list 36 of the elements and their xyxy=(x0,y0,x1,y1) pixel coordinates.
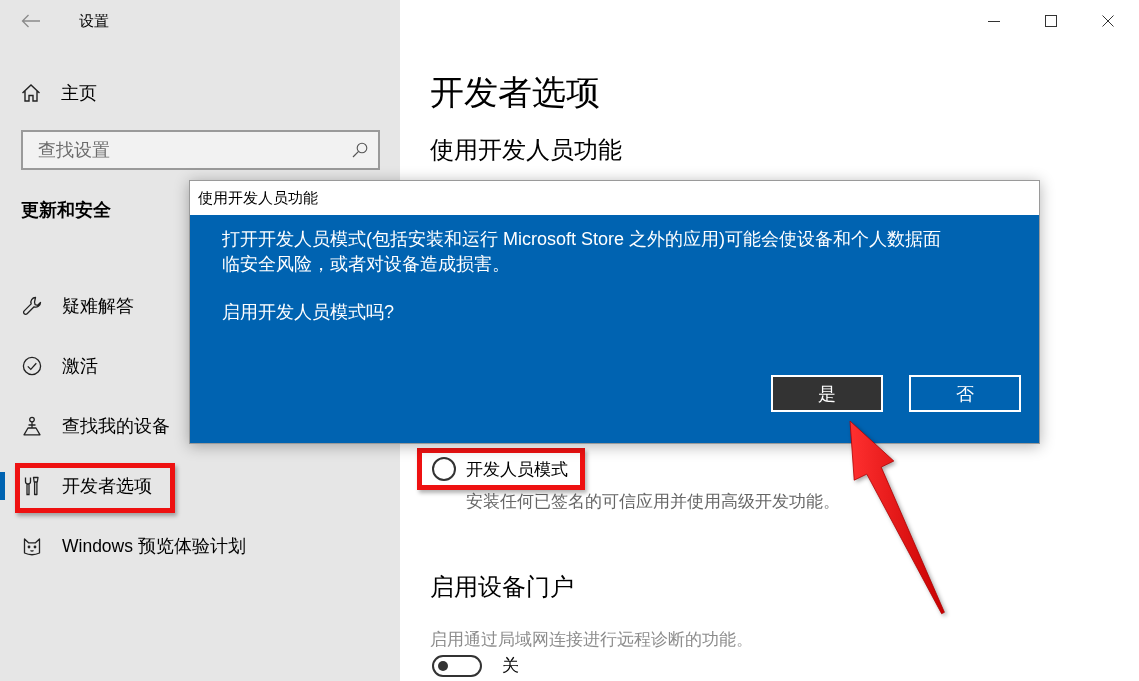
close-icon xyxy=(1101,15,1114,27)
back-arrow-icon xyxy=(21,14,41,28)
home-icon xyxy=(21,83,41,103)
nav-item[interactable]: 查找我的设备 xyxy=(22,412,170,440)
dialog-message: 启用开发人员模式吗? xyxy=(222,301,395,324)
home-link[interactable]: 主页 xyxy=(0,72,97,114)
dialog-button[interactable]: 是 xyxy=(771,375,883,412)
dialog-title: 使用开发人员功能 xyxy=(198,188,318,208)
tools-icon xyxy=(22,476,42,496)
dialog-message: 打开开发人员模式(包括安装和运行 Microsoft Store 之外的应用)可能会使设备和个人数据面临安全风险，或者对设备造成损害。 xyxy=(222,228,943,276)
section-description: 启用通过局域网连接进行远程诊断的功能。 xyxy=(430,629,753,651)
dialog-button[interactable]: 否 xyxy=(909,375,1021,412)
search-field[interactable]: 查找设置 xyxy=(21,130,380,170)
nav-item[interactable]: Windows 预览体验计划 xyxy=(22,532,246,560)
section-heading: 使用开发人员功能 xyxy=(430,135,622,165)
option-description: 安装任何已签名的可信应用并使用高级开发功能。 xyxy=(466,491,840,513)
nav-item[interactable]: 激活 xyxy=(22,352,98,380)
back-button[interactable] xyxy=(21,14,41,28)
check-circle-icon xyxy=(22,356,42,376)
minimize-icon xyxy=(987,20,1000,22)
cat-icon xyxy=(22,536,42,556)
person-marker-icon xyxy=(22,416,42,436)
page-title: 开发者选项 xyxy=(430,72,600,113)
radio-circle-icon xyxy=(432,457,456,481)
radio-option[interactable]: 开发人员模式 xyxy=(430,457,568,481)
window-title: 设置 xyxy=(79,11,109,31)
wrench-icon xyxy=(22,296,42,316)
toggle-label: 关 xyxy=(502,655,519,677)
section-heading: 更新和安全 xyxy=(21,199,111,222)
toggle-switch[interactable] xyxy=(432,655,482,677)
nav-item[interactable]: 疑难解答 xyxy=(22,292,134,320)
section-heading: 启用设备门户 xyxy=(430,572,574,602)
maximize-icon xyxy=(1044,15,1057,27)
nav-item[interactable]: 开发者选项 xyxy=(22,472,152,500)
search-icon xyxy=(352,142,368,158)
search-input[interactable]: 查找设置 xyxy=(23,132,352,168)
